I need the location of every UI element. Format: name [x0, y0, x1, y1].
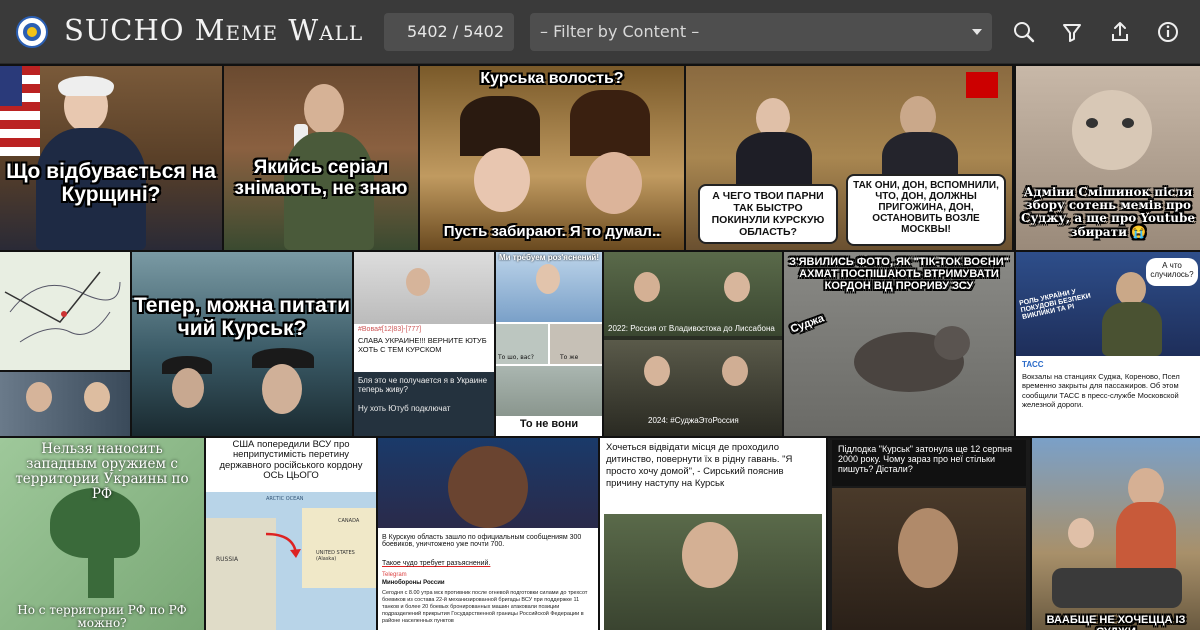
- meme-caption-top: Ми тре́буем роз'яснений!: [499, 253, 599, 262]
- meme-wall: Що відбувається на Курщині? Якийсь серіа…: [0, 64, 1200, 630]
- search-icon: [1014, 22, 1035, 43]
- tass-message: Вокзалы на станциях Суджа, Кореново, Псе…: [1022, 372, 1180, 410]
- meme-tile-putin-kadyrov[interactable]: А ЧЕГО ТВОИ ПАРНИ ТАК БЫСТРО ПОКИНУЛИ КУ…: [686, 66, 1012, 250]
- info-button[interactable]: [1154, 18, 1182, 46]
- meme-caption-c1: То шо, вас?: [498, 354, 534, 361]
- content-filter-label: – Filter by Content –: [540, 22, 700, 41]
- meme-caption-bottom: То не вони: [519, 418, 579, 430]
- meme-tile-syrskyi[interactable]: Хочеться відвідати місця де проходило ди…: [600, 438, 826, 630]
- meme-tile-zelensky-phone[interactable]: Якийсь серіал знімають, не знаю: [224, 66, 418, 250]
- map-sketch-graphic: [4, 271, 121, 343]
- meme-tile-dinosaur[interactable]: Нельзя наносить западным оружием с терри…: [0, 438, 204, 630]
- arrow-icon: [265, 532, 301, 558]
- meme-tile-officials[interactable]: [0, 372, 130, 436]
- meme-tile-kursk-submarine[interactable]: Підлодка "Курськ" затонула ще 12 серпня …: [828, 438, 1030, 630]
- sucho-logo[interactable]: [16, 16, 48, 48]
- meme-tile-vova-chat[interactable]: #Вова#[12|83]-[777] СЛАВА УКРАИНЕ!!! ВЕР…: [354, 252, 494, 436]
- post-question: Такое чудо требует разъяснений.: [382, 560, 491, 567]
- meme-tile-kursk-volost[interactable]: Курська волость? Пусть забирают. Я то ду…: [420, 66, 684, 250]
- meme-caption-c2: То же: [560, 354, 579, 361]
- meme-tile-budanov-tass[interactable]: РОЛЬ УКРАЇНИ У ПОКУДОВІ БЕЗПЕКИ ВИКЛИКИ …: [1016, 252, 1200, 436]
- meme-speech-left: А ЧЕГО ТВОИ ПАРНИ ТАК БЫСТРО ПОКИНУЛИ КУ…: [698, 184, 838, 244]
- meme-tile-map-lines[interactable]: [0, 252, 130, 370]
- post-channel: Минобороны России: [382, 580, 445, 586]
- meme-caption: З'ЯВИЛИСЬ ФОТО, ЯК "ТІК-ТОК ВОЄНИ" АХМАТ…: [789, 256, 1009, 293]
- content-filter-select[interactable]: – Filter by Content –: [530, 13, 992, 51]
- post-source: Telegram: [382, 572, 407, 578]
- meme-caption: Тепер, можна питати чий Курськ?: [134, 294, 350, 341]
- app-header: SUCHO Meme Wall 5402 / 5402 – Filter by …: [0, 0, 1200, 64]
- meme-tile-russia-2022-2024[interactable]: 2022: Россия от Владивостока до Лиссабон…: [604, 252, 782, 436]
- meme-caption-top: Нельзя наносить западным оружием с терри…: [15, 441, 189, 502]
- app-title: SUCHO Meme Wall: [64, 13, 364, 47]
- meme-caption-bottom: Но с территории РФ по РФ можно?: [17, 603, 187, 630]
- tass-source: ТАСС: [1022, 360, 1044, 369]
- meme-caption-bottom: Пусть забирают. Я то думал..: [443, 223, 661, 240]
- meme-caption: Якийсь серіал знімають, не знаю: [234, 157, 408, 199]
- meme-tile-shutter-island[interactable]: Тепер, можна питати чий Курськ?: [132, 252, 352, 436]
- chat-answer: Ну хоть Ютуб подключат: [358, 404, 451, 413]
- filter-button[interactable]: [1058, 18, 1086, 46]
- share-icon: [1112, 22, 1128, 41]
- meme-tile-alaska-map[interactable]: США попередили ВСУ про неприпустимість п…: [206, 438, 376, 630]
- post-body: Сегодня с 8.00 утра мск противник после …: [382, 590, 588, 624]
- meme-caption-2024: 2024: #СуджаЭтоРоссия: [648, 416, 739, 425]
- chat-message: СЛАВА УКРАИНЕ!!! ВЕРНИТЕ ЮТУБ ХОТЬ С ТЕМ…: [358, 336, 487, 354]
- search-button[interactable]: [1010, 18, 1038, 46]
- meme-caption-top: Курська волость?: [480, 70, 624, 87]
- post-text: Підлодка "Курськ" затонула ще 12 серпня …: [832, 440, 1026, 486]
- meme-caption: Що відбувається на Курщині?: [6, 160, 216, 207]
- meme-label: Суджа: [788, 312, 826, 336]
- meme-bubble: А что случилось?: [1146, 258, 1198, 286]
- meme-tile-akhmat-cat[interactable]: З'ЯВИЛИСЬ ФОТО, ЯК "ТІК-ТОК ВОЄНИ" АХМАТ…: [784, 252, 1014, 436]
- meme-caption: ВААБЩЕ НЕ ХОЧЕЦЦА ІЗ СУДЖИ: [1046, 614, 1186, 630]
- meme-counter[interactable]: 5402 / 5402: [384, 13, 514, 51]
- meme-tile-biden[interactable]: Що відбувається на Курщині?: [0, 66, 222, 250]
- meme-tile-cat-admins[interactable]: Адміни Смішинок після збору сотень мемів…: [1016, 66, 1200, 250]
- chat-user: #Вова#[12|83]-[777]: [358, 326, 422, 333]
- meme-speech-right: ТАК ОНИ, ДОН, ВСПОМНИЛИ, ЧТО, ДОН, ДОЛЖН…: [846, 174, 1006, 246]
- post-text: Хочеться відвідати місця де проходило ди…: [606, 442, 793, 489]
- meme-tile-zakharova[interactable]: Ми тре́буем роз'яснений! То шо, вас? То …: [496, 252, 602, 436]
- chevron-down-icon: [972, 29, 982, 35]
- meme-tile-motorcycle[interactable]: ВААБЩЕ НЕ ХОЧЕЦЦА ІЗ СУДЖИ: [1032, 438, 1200, 630]
- meme-caption-2022: 2022: Россия от Владивостока до Лиссабон…: [608, 324, 775, 333]
- post-text: В Курскую область зашло по официальным с…: [382, 534, 582, 548]
- info-icon: [1158, 22, 1178, 42]
- chat-question: Бля это че получается я в Украине теперь…: [358, 376, 488, 394]
- funnel-icon: [1063, 24, 1081, 42]
- share-button[interactable]: [1106, 18, 1134, 46]
- meme-caption: Адміни Смішинок після збору сотень мемів…: [1020, 185, 1196, 239]
- meme-tile-steve-harvey[interactable]: В Курскую область зашло по официальным с…: [378, 438, 598, 630]
